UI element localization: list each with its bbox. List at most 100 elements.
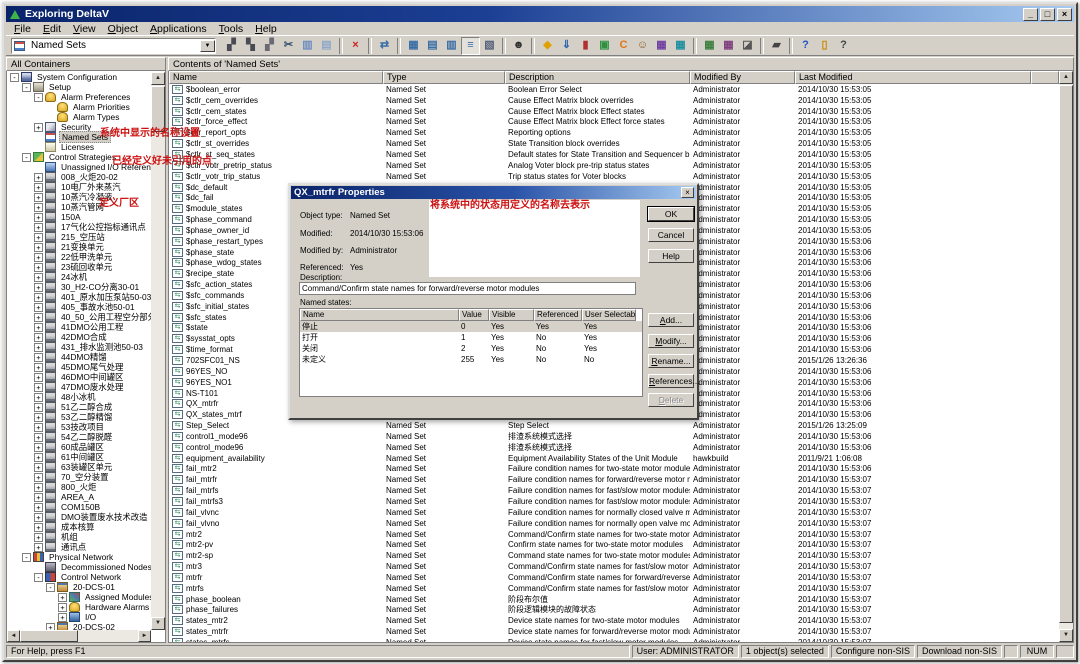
expand-toggle-icon[interactable]: + (34, 203, 43, 212)
expand-toggle-icon[interactable]: + (34, 503, 43, 512)
list-row[interactable]: ⇆fail_vlvncNamed SetFailure condition na… (169, 507, 1059, 518)
books-button[interactable]: ▯ (815, 37, 834, 55)
tree-item[interactable]: Alarm Types (7, 112, 151, 122)
tree-item[interactable]: Licenses (7, 142, 151, 152)
menu-file[interactable]: File (8, 23, 37, 35)
expand-toggle-icon[interactable]: + (34, 463, 43, 472)
menu-applications[interactable]: Applications (144, 23, 213, 35)
ok-button[interactable]: OK (648, 207, 694, 221)
column-header-name[interactable]: Name (169, 71, 383, 84)
explorer-view-3-button[interactable]: ▞ (260, 37, 279, 55)
tree-item[interactable]: -Setup (7, 82, 151, 92)
expand-toggle-icon[interactable]: + (34, 323, 43, 332)
user-manager-button[interactable]: ☻ (509, 37, 528, 55)
expand-toggle-icon[interactable]: + (58, 593, 67, 602)
tree-item[interactable]: +800_火炬 (7, 482, 151, 492)
named-state-row[interactable]: 停止0YesYesYes (300, 321, 642, 332)
expand-toggle-icon[interactable]: + (58, 613, 67, 622)
expand-toggle-icon[interactable]: + (34, 483, 43, 492)
expand-toggle-icon[interactable]: + (34, 343, 43, 352)
status-configure-mode[interactable]: Configure non-SIS (831, 645, 915, 658)
list-row[interactable]: ⇆$ctlr_votr_trip_statusNamed SetTrip sta… (169, 171, 1059, 182)
expand-toggle-icon[interactable]: + (34, 363, 43, 372)
named-state-row[interactable]: 打开1YesNoYes (300, 332, 642, 343)
column-header-type[interactable]: Type (383, 71, 505, 84)
expand-toggle-icon[interactable]: + (34, 373, 43, 382)
status-download-mode[interactable]: Download non-SIS (917, 645, 1002, 658)
explorer-view-1-button[interactable]: ▞ (222, 37, 241, 55)
list-vertical-scrollbar[interactable]: ▲ ▼ (1059, 71, 1073, 642)
configure-button[interactable]: C (614, 37, 633, 55)
tree-item[interactable]: -20-DCS-01 (7, 582, 151, 592)
named-state-row[interactable]: 关闭2YesNoYes (300, 343, 642, 354)
column-header-last-modified[interactable]: Last Modified (795, 71, 1031, 84)
list-row[interactable]: ⇆$ctlr_force_effectNamed SetCause Effect… (169, 117, 1059, 128)
list-row[interactable]: ⇆fail_vlvnoNamed SetFailure condition na… (169, 518, 1059, 529)
delete-button[interactable]: × (346, 37, 365, 55)
column-header-modified-by[interactable]: Modified By (690, 71, 795, 84)
reference-book-button[interactable]: ▮ (576, 37, 595, 55)
expand-toggle-icon[interactable]: + (34, 443, 43, 452)
replace-button[interactable]: ⇄ (375, 37, 394, 55)
tree-hscroll-thumb[interactable] (20, 630, 78, 642)
combo-dropdown-icon[interactable]: ▼ (200, 40, 215, 52)
menu-tools[interactable]: Tools (213, 23, 250, 35)
tree-item[interactable]: Decommissioned Nodes (7, 562, 151, 572)
list-scroll-thumb[interactable] (1059, 85, 1073, 623)
add-button[interactable]: Add... (648, 313, 694, 327)
expand-toggle-icon[interactable]: + (34, 513, 43, 522)
rename-button[interactable]: Rename... (648, 354, 694, 368)
container-combo[interactable]: Named Sets ▼ (11, 38, 216, 54)
expand-toggle-icon[interactable]: + (34, 283, 43, 292)
download-button[interactable]: ⇓ (557, 37, 576, 55)
close-button[interactable]: × (1057, 8, 1072, 21)
tree-item[interactable]: -Physical Network (7, 552, 151, 562)
module-assign-button[interactable]: ▦ (671, 37, 690, 55)
expand-toggle-icon[interactable]: + (34, 523, 43, 532)
scroll-left-icon[interactable]: ◄ (7, 630, 20, 642)
states-column-name[interactable]: Name (300, 309, 459, 321)
expand-toggle-icon[interactable]: + (34, 193, 43, 202)
list-row[interactable]: ⇆states_mtr2Named SetDevice state names … (169, 615, 1059, 626)
scroll-down-icon[interactable]: ▼ (1059, 629, 1073, 642)
expand-toggle-icon[interactable]: + (34, 493, 43, 502)
list-row[interactable]: ⇆$ctlr_st_seq_statesNamed SetDefault sta… (169, 149, 1059, 160)
picture-button[interactable]: ▣ (595, 37, 614, 55)
states-column-value[interactable]: Value (459, 309, 489, 321)
expand-toggle-icon[interactable]: + (34, 273, 43, 282)
list-row[interactable]: ⇆$ctlr_votr_pretrip_statusNamed SetAnalo… (169, 160, 1059, 171)
expand-toggle-icon[interactable]: + (34, 383, 43, 392)
menu-help[interactable]: Help (249, 23, 283, 35)
large-icons-button[interactable]: ▦ (404, 37, 423, 55)
table-view-1-button[interactable]: ▦ (700, 37, 719, 55)
states-column-visible[interactable]: Visible (489, 309, 534, 321)
expand-toggle-icon[interactable]: + (34, 403, 43, 412)
tree-item[interactable]: +I/O (7, 612, 151, 622)
modify-button[interactable]: Modify... (648, 334, 694, 348)
expand-toggle-icon[interactable]: + (34, 293, 43, 302)
list-row[interactable]: ⇆$ctlr_st_overridesNamed SetState Transi… (169, 138, 1059, 149)
menu-edit[interactable]: Edit (37, 23, 67, 35)
menu-object[interactable]: Object (102, 23, 144, 35)
list-row[interactable]: ⇆mtr2-pvNamed SetConfirm state names for… (169, 539, 1059, 550)
expand-toggle-icon[interactable]: + (34, 173, 43, 182)
small-icons-button[interactable]: ▤ (423, 37, 442, 55)
list-row[interactable]: ⇆mtr3Named SetCommand/Confirm state name… (169, 561, 1059, 572)
expand-toggle-icon[interactable]: + (34, 543, 43, 552)
scroll-up-icon[interactable]: ▲ (151, 72, 165, 85)
scroll-right-icon[interactable]: ► (138, 630, 151, 642)
expand-toggle-icon[interactable]: + (34, 533, 43, 542)
help-button[interactable]: ? (796, 37, 815, 55)
expand-toggle-icon[interactable]: + (34, 183, 43, 192)
list-row[interactable]: ⇆fail_mtrfsNamed SetFailure condition na… (169, 485, 1059, 496)
expand-toggle-icon[interactable]: + (34, 423, 43, 432)
minimize-button[interactable]: _ (1023, 8, 1038, 21)
module-grid-button[interactable]: ▦ (652, 37, 671, 55)
list-row[interactable]: ⇆control1_mode96Named Set排渣系统模式选择Adminis… (169, 431, 1059, 442)
expand-toggle-icon[interactable]: + (34, 123, 43, 132)
copy-button[interactable]: ▥ (298, 37, 317, 55)
list-row[interactable]: ⇆Step_SelectNamed SetStep SelectAdminist… (169, 420, 1059, 431)
expand-toggle-icon[interactable]: + (34, 303, 43, 312)
list-row[interactable]: ⇆equipment_availabilityNamed SetEquipmen… (169, 453, 1059, 464)
expand-toggle-icon[interactable]: + (46, 623, 55, 631)
